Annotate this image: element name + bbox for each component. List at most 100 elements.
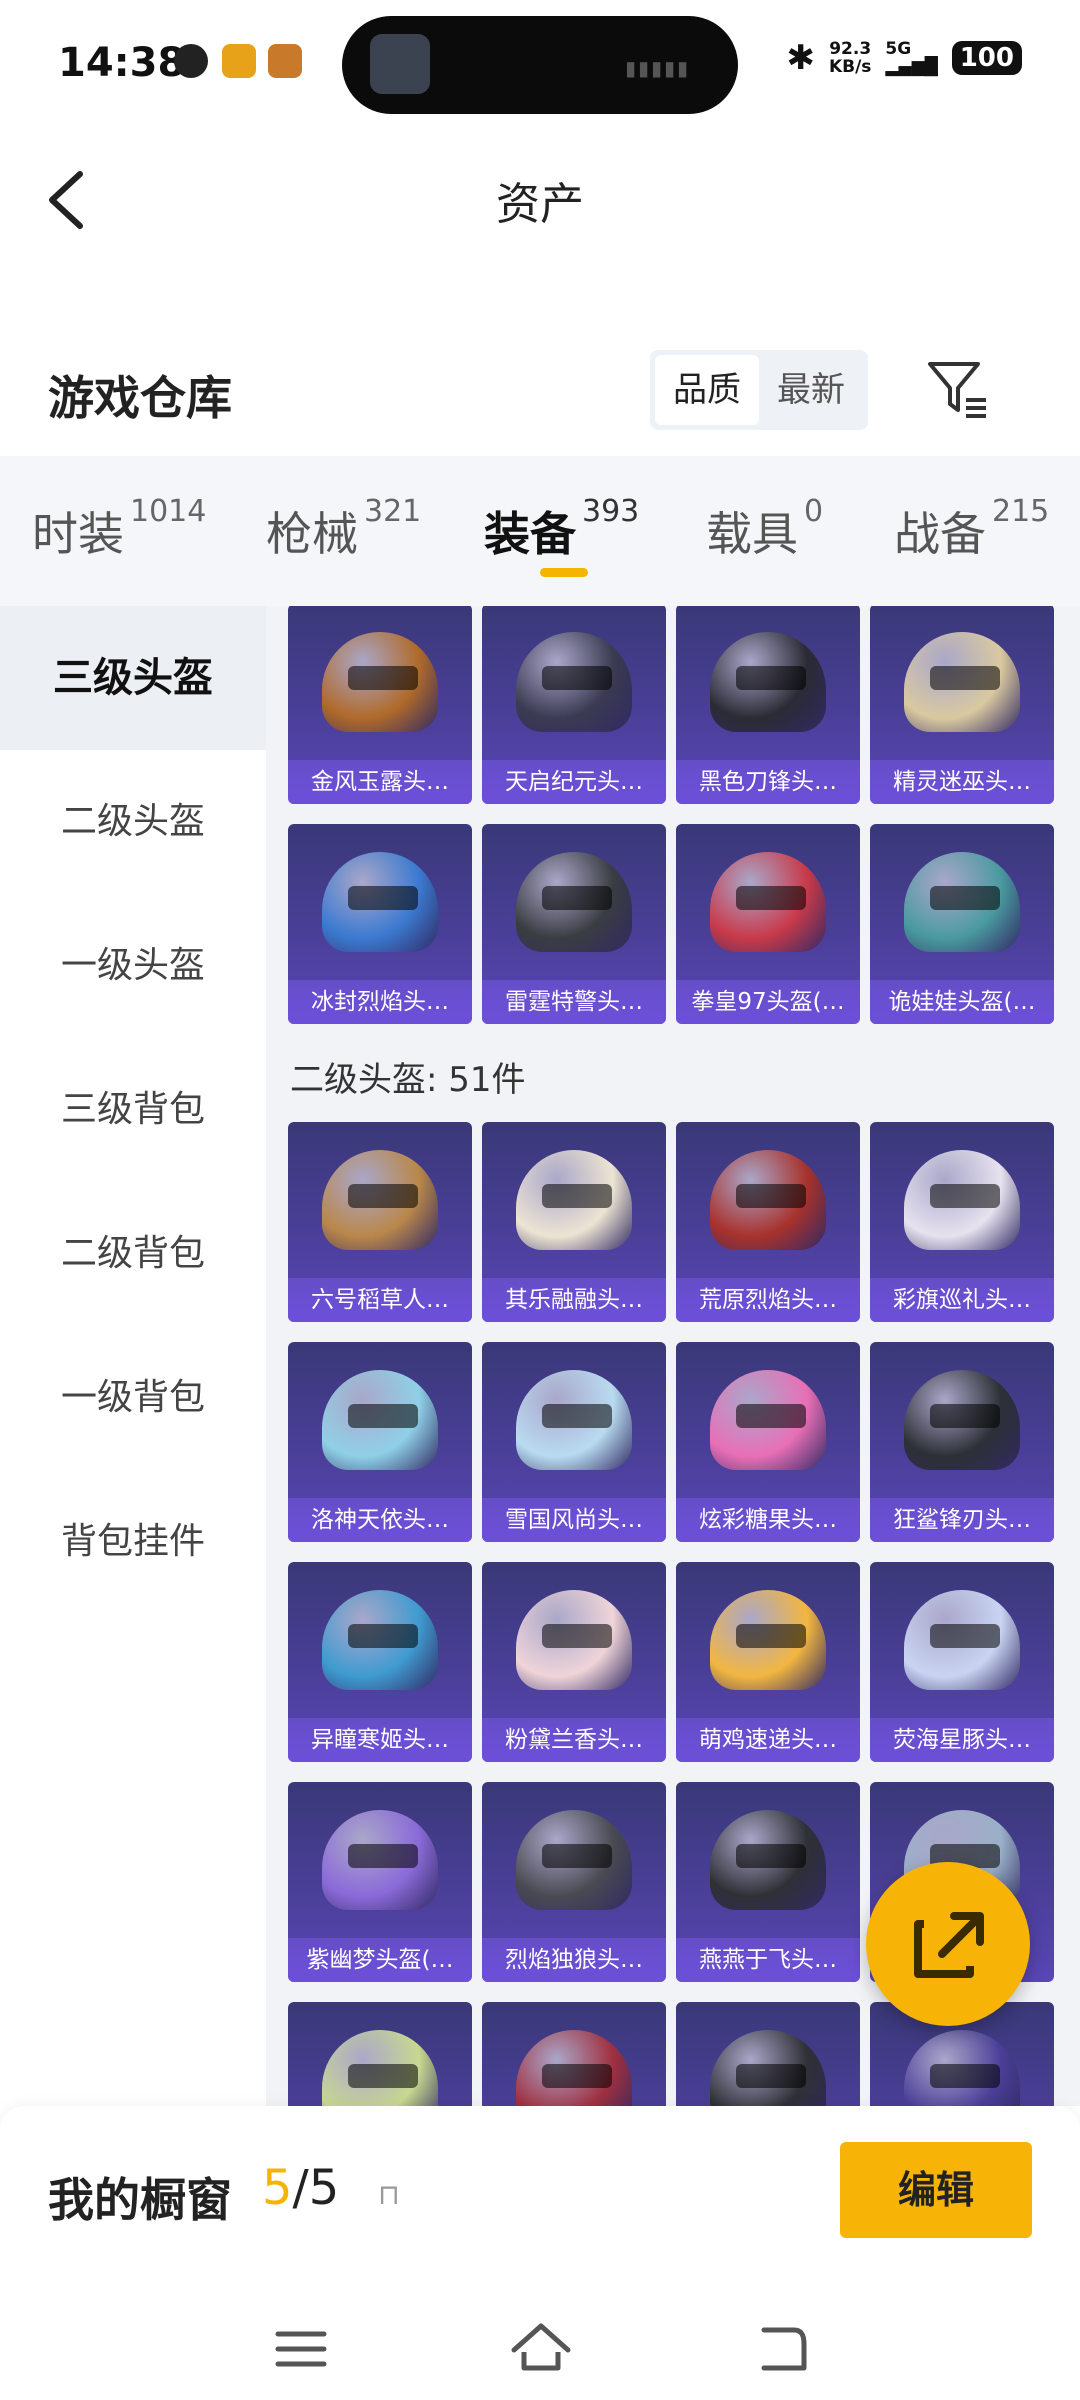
sidebar-item-level3-backpack[interactable]: 三级背包 <box>0 1038 266 1182</box>
game-app-icon-2 <box>268 44 302 78</box>
tab-label: 时装 <box>32 507 124 561</box>
item-name: 雪国风尚头… <box>482 1498 666 1542</box>
sidebar-item-level3-helmet[interactable]: 三级头盔 <box>0 606 266 750</box>
signal-icon: 5G ▂▄▆█ <box>885 40 937 76</box>
item-name: 精灵迷巫头… <box>870 760 1054 804</box>
item-card[interactable]: 萌鸡速递头… <box>676 1562 860 1762</box>
status-bar: 14:38 ▮▮▮▮▮ ✱ 92.3 KB/s 5G ▂▄▆█ 100 <box>0 0 1080 128</box>
item-card[interactable]: 粉黛兰香头… <box>482 1562 666 1762</box>
item-card[interactable]: 精灵迷巫头… <box>870 606 1054 804</box>
tab-fashion[interactable]: 时装1014 <box>32 498 206 564</box>
helmet-visor <box>348 2064 418 2088</box>
showcase-bar: 我的橱窗 5/5 ⊓ 编辑 <box>0 2106 1080 2296</box>
helmet-visor <box>930 2064 1000 2088</box>
item-name: 金风玉露头… <box>288 760 472 804</box>
item-name: 洛神天依头… <box>288 1498 472 1542</box>
bluetooth-icon: ✱ <box>786 38 815 78</box>
audio-wave-icon: ▮▮▮▮▮ <box>625 56 690 80</box>
tab-vehicles[interactable]: 载具0 <box>706 498 823 564</box>
showcase-current: 5 <box>262 2160 293 2216</box>
item-card[interactable]: 异瞳寒姬头… <box>288 1562 472 1762</box>
network-speed-unit: KB/s <box>829 58 871 76</box>
item-name: 狂鲨锋刃头… <box>870 1498 1054 1542</box>
section-title-level2-helmet: 二级头盔: 51件 <box>290 1052 526 1101</box>
lock-icon: ⊓ <box>378 2178 400 2211</box>
dynamic-island: ▮▮▮▮▮ <box>342 16 738 114</box>
item-card[interactable]: 荒原烈焰头… <box>676 1122 860 1322</box>
status-right: ✱ 92.3 KB/s 5G ▂▄▆█ 100 <box>786 38 1022 78</box>
page-title: 资产 <box>0 168 1080 232</box>
item-card[interactable]: 烈焰独狼头… <box>482 1782 666 1982</box>
showcase-total: /5 <box>293 2160 340 2216</box>
helmet-visor <box>736 1404 806 1428</box>
menu-icon[interactable] <box>266 2314 336 2384</box>
item-name: 紫幽梦头盔(… <box>288 1938 472 1982</box>
sidebar-item-level2-backpack[interactable]: 二级背包 <box>0 1182 266 1326</box>
helmet-visor <box>736 2064 806 2088</box>
item-name: 天启纪元头… <box>482 760 666 804</box>
item-card[interactable]: 拳皇97头盔(… <box>676 824 860 1024</box>
helmet-visor <box>542 886 612 910</box>
item-card[interactable]: 六号稻草人… <box>288 1122 472 1322</box>
helmet-visor <box>736 1624 806 1648</box>
item-card[interactable] <box>676 2002 860 2106</box>
sort-latest-button[interactable]: 最新 <box>759 355 863 425</box>
tab-label: 战备 <box>894 507 986 561</box>
helmet-visor <box>542 666 612 690</box>
helmet-visor <box>348 886 418 910</box>
tab-label: 载具 <box>706 507 798 561</box>
item-card[interactable]: 其乐融融头… <box>482 1122 666 1322</box>
helmet-visor <box>736 666 806 690</box>
helmet-visor <box>736 1184 806 1208</box>
item-card[interactable]: 诡娃娃头盔(… <box>870 824 1054 1024</box>
item-name: 黑色刀锋头… <box>676 760 860 804</box>
item-card[interactable]: 紫幽梦头盔(… <box>288 1782 472 1982</box>
item-card[interactable]: 雪国风尚头… <box>482 1342 666 1542</box>
sort-quality-button[interactable]: 品质 <box>655 355 759 425</box>
category-tabs: 时装1014 枪械321 装备393 载具0 战备215 <box>0 456 1080 606</box>
helmet-visor <box>542 2064 612 2088</box>
active-tab-indicator <box>540 568 588 577</box>
item-card[interactable]: 燕燕于飞头… <box>676 1782 860 1982</box>
item-card[interactable]: 炫彩糖果头… <box>676 1342 860 1542</box>
back-nav-icon[interactable] <box>746 2314 816 2384</box>
item-card[interactable]: 雷霆特警头… <box>482 824 666 1024</box>
helmet-visor <box>542 1184 612 1208</box>
warehouse-header: 游戏仓库 品质 最新 <box>0 330 1080 450</box>
item-card[interactable]: 冰封烈焰头… <box>288 824 472 1024</box>
item-card[interactable]: 彩旗巡礼头… <box>870 1122 1054 1322</box>
helmet-visor <box>348 666 418 690</box>
item-name: 荒原烈焰头… <box>676 1278 860 1322</box>
tab-label: 装备 <box>484 507 576 561</box>
tab-count: 1014 <box>130 494 206 529</box>
item-card[interactable] <box>288 2002 472 2106</box>
sidebar-item-level2-helmet[interactable]: 二级头盔 <box>0 750 266 894</box>
share-fab[interactable] <box>866 1862 1030 2026</box>
helmet-visor <box>542 1624 612 1648</box>
tab-count: 393 <box>582 494 639 529</box>
item-card[interactable]: 黑色刀锋头… <box>676 606 860 804</box>
item-name: 萌鸡速递头… <box>676 1718 860 1762</box>
tab-label: 枪械 <box>266 507 358 561</box>
tab-weapons[interactable]: 枪械321 <box>266 498 421 564</box>
tab-equipment[interactable]: 装备393 <box>484 498 639 564</box>
item-card[interactable]: 荧海星豚头… <box>870 1562 1054 1762</box>
item-card[interactable] <box>482 2002 666 2106</box>
sidebar-item-backpack-charm[interactable]: 背包挂件 <box>0 1470 266 1614</box>
home-icon[interactable] <box>506 2314 576 2384</box>
tab-gear[interactable]: 战备215 <box>894 498 1049 564</box>
item-name: 荧海星豚头… <box>870 1718 1054 1762</box>
item-card[interactable]: 金风玉露头… <box>288 606 472 804</box>
helmet-visor <box>930 886 1000 910</box>
helmet-visor <box>348 1184 418 1208</box>
signal-bars-icon: ▂▄▆█ <box>885 58 937 76</box>
item-card[interactable]: 狂鲨锋刃头… <box>870 1342 1054 1542</box>
item-name: 彩旗巡礼头… <box>870 1278 1054 1322</box>
item-card[interactable]: 洛神天依头… <box>288 1342 472 1542</box>
edit-button[interactable]: 编辑 <box>840 2142 1032 2238</box>
filter-icon[interactable] <box>924 356 992 424</box>
item-card[interactable]: 天启纪元头… <box>482 606 666 804</box>
item-name: 燕燕于飞头… <box>676 1938 860 1982</box>
sidebar-item-level1-helmet[interactable]: 一级头盔 <box>0 894 266 1038</box>
sidebar-item-level1-backpack[interactable]: 一级背包 <box>0 1326 266 1470</box>
